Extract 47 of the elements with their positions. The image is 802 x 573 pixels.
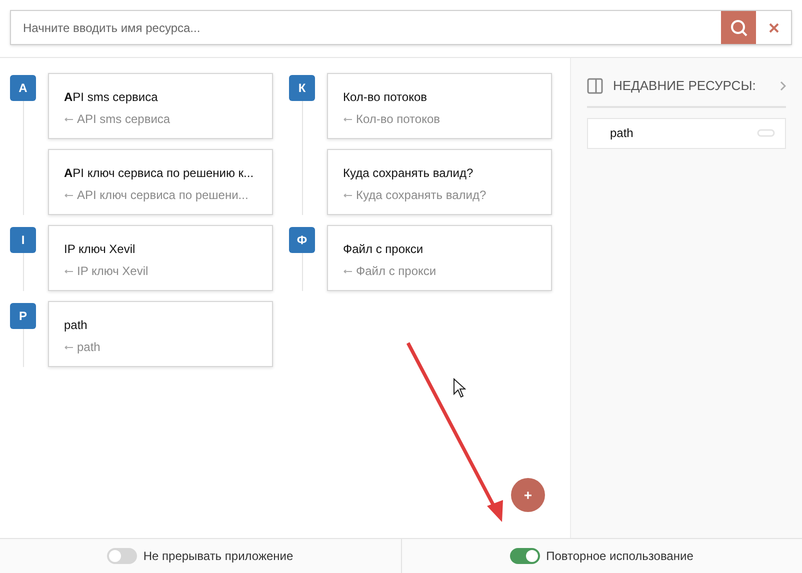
resource-card[interactable]: Кол-во потоков Кол-во потоков <box>327 73 552 139</box>
resource-title: Кол-во потоков <box>343 90 428 104</box>
resource-title: API sms сервиса <box>64 90 159 104</box>
resource-subtitle: IP ключ Xevil <box>77 264 148 278</box>
resource-subtitle: Файл с прокси <box>356 264 436 278</box>
resource-card[interactable]: API ключ сервиса по решению к... API ключ сервиса по решени... <box>48 149 273 215</box>
arrow-icon <box>64 192 73 198</box>
resource-title: IP ключ Xevil <box>64 242 136 256</box>
resource-title: Куда сохранять валид? <box>343 166 474 180</box>
close-icon <box>768 22 778 32</box>
resource-card[interactable]: IP ключ Xevil IP ключ Xevil <box>48 225 273 291</box>
arrow-icon <box>343 268 352 274</box>
chevron-right-icon[interactable] <box>780 80 786 91</box>
toggle-label: Повторное использование <box>546 548 694 565</box>
arrow-icon <box>343 192 352 198</box>
letter-badge: I <box>10 227 36 253</box>
resource-title: Файл с прокси <box>343 242 424 256</box>
letter-badge: К <box>289 75 315 101</box>
search-icon <box>730 18 748 36</box>
arrow-icon <box>64 268 73 274</box>
resource-title: API ключ сервиса по решению к... <box>64 166 255 180</box>
sidebar-title: НЕДАВНИЕ РЕСУРСЫ: <box>613 77 757 95</box>
toggle-label: Не прерывать приложение <box>143 548 294 565</box>
resource-card[interactable]: API sms сервиса API sms сервиса <box>48 73 273 139</box>
recent-item[interactable]: path <box>587 118 786 148</box>
resource-card[interactable]: Файл с прокси Файл с прокси <box>327 225 552 291</box>
letter-badge: A <box>10 75 36 101</box>
cursor-icon <box>453 378 466 398</box>
resource-card[interactable]: path path <box>48 301 273 367</box>
arrow-icon <box>343 116 352 122</box>
resource-title: path <box>64 318 88 332</box>
toggle-switch[interactable] <box>510 548 540 564</box>
letter-badge: Ф <box>289 227 315 253</box>
search-button[interactable] <box>721 11 756 44</box>
toggle-switch[interactable] <box>107 548 138 564</box>
resource-subtitle: Куда сохранять валид? <box>356 188 486 202</box>
resource-card[interactable]: Куда сохранять валид? Куда сохранять валид? <box>327 149 552 215</box>
add-button[interactable]: + <box>511 478 545 512</box>
resource-subtitle: path <box>77 340 100 354</box>
resource-subtitle: Кол-во потоков <box>356 112 440 126</box>
resource-subtitle: API ключ сервиса по решени... <box>77 188 248 202</box>
panel-icon[interactable] <box>587 78 603 94</box>
link-icon <box>757 129 775 137</box>
resource-subtitle: API sms сервиса <box>77 112 170 126</box>
arrow-icon <box>64 116 73 122</box>
letter-badge: P <box>10 303 36 329</box>
arrow-icon <box>64 344 73 350</box>
